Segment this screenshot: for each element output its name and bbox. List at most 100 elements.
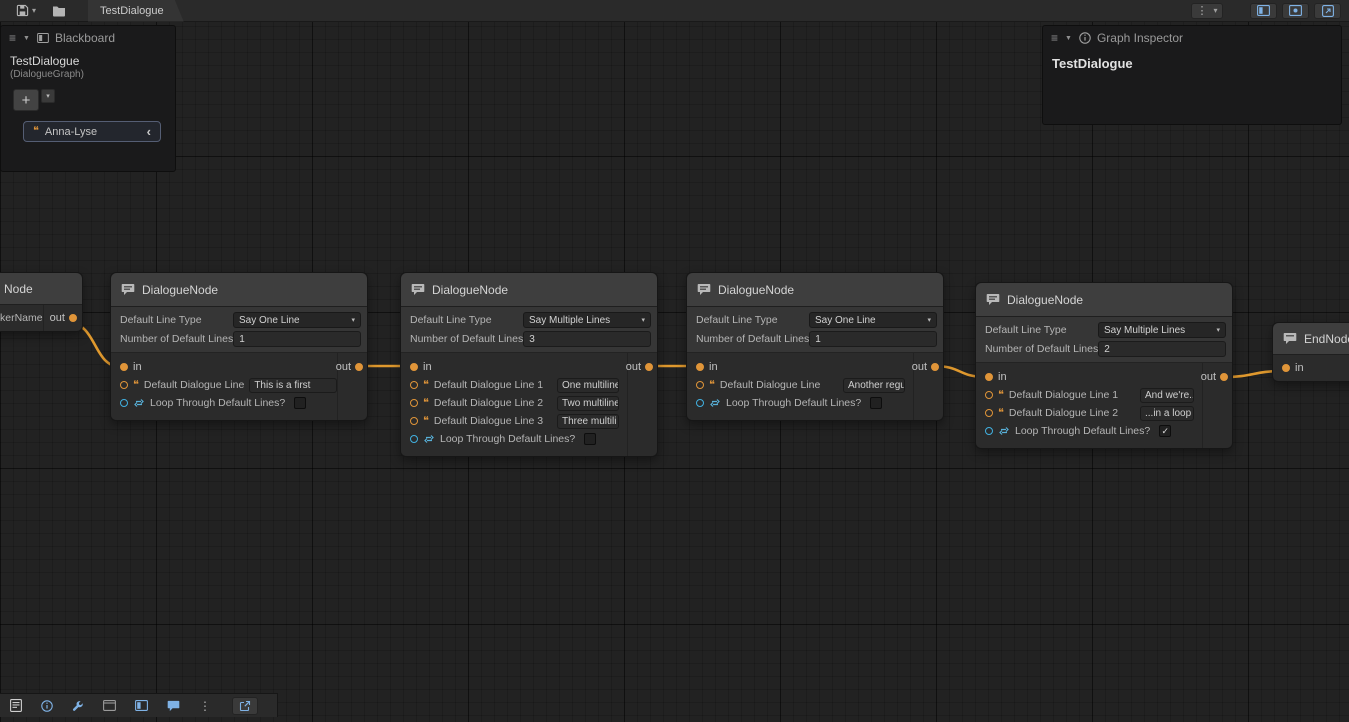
num-lines-input[interactable]: 1: [809, 331, 937, 347]
node-properties: Default Line Type Say Multiple Lines ▾ N…: [401, 307, 657, 353]
node-title[interactable]: EndNode: [1273, 323, 1349, 355]
node-body: in ❝ Default Dialogue Line 1 One multili…: [401, 353, 657, 456]
dialogue-line-port[interactable]: [410, 417, 418, 425]
kebab-icon[interactable]: ⋮: [199, 699, 211, 713]
dialogue-line-input[interactable]: This is a first: [249, 378, 337, 393]
collapse-arrow-icon[interactable]: ▼: [23, 35, 30, 42]
graph-inspector-header[interactable]: ≡ ▼ Graph Inspector: [1043, 26, 1341, 50]
dialogue-node-4[interactable]: DialogueNode Default Line Type Say Multi…: [975, 282, 1233, 449]
dialogue-line-input[interactable]: One multiline: [557, 378, 619, 393]
add-property-dropdown-button[interactable]: ▾: [41, 89, 55, 103]
hamburger-icon[interactable]: ≡: [1051, 31, 1058, 45]
blackboard-field-anna-lyse[interactable]: ❝ Anna-Lyse ‹: [23, 121, 161, 142]
kebab-icon: ⋮: [1196, 4, 1207, 17]
blackboard-icon: [37, 33, 49, 43]
loop-port[interactable]: [120, 399, 128, 407]
dialogue-line-input[interactable]: Three multili: [557, 414, 619, 429]
info-icon[interactable]: [41, 700, 53, 712]
quote-icon: ❝: [423, 398, 429, 409]
panel-icon[interactable]: [103, 700, 116, 711]
dialogue-node-2[interactable]: DialogueNode Default Line Type Say Multi…: [400, 272, 658, 457]
line-type-dropdown[interactable]: Say One Line ▾: [233, 312, 361, 328]
inspector-toggle-button[interactable]: [1282, 3, 1309, 19]
loop-checkbox[interactable]: ✓: [1159, 425, 1171, 437]
tab-testdialogue[interactable]: TestDialogue: [88, 0, 184, 22]
in-port[interactable]: [985, 373, 993, 381]
dialogue-line-port[interactable]: [410, 399, 418, 407]
in-port[interactable]: [410, 363, 418, 371]
collapse-arrow-icon[interactable]: ▼: [1065, 35, 1072, 42]
quote-icon: ❝: [33, 126, 39, 137]
num-lines-input[interactable]: 2: [1098, 341, 1226, 357]
dialogue-line-port[interactable]: [985, 409, 993, 417]
dialogue-line-port[interactable]: [985, 391, 993, 399]
out-port[interactable]: [645, 363, 653, 371]
num-lines-input[interactable]: 1: [233, 331, 361, 347]
in-port[interactable]: [1282, 364, 1290, 372]
preview-toggle-button[interactable]: [1314, 3, 1341, 19]
out-port[interactable]: [1220, 373, 1228, 381]
dialogue-line-input[interactable]: Another regu: [843, 378, 905, 393]
dialogue-line-port[interactable]: [120, 381, 128, 389]
output-port-row: kerName out: [0, 305, 82, 331]
out-label: out: [912, 361, 927, 373]
out-port[interactable]: [355, 363, 363, 371]
num-lines-input[interactable]: 3: [523, 331, 651, 347]
dropdown-value: Say One Line: [239, 315, 300, 326]
blackboard-header[interactable]: ≡ ▼ Blackboard: [1, 26, 175, 50]
blackboard-toggle-button[interactable]: [1250, 3, 1277, 19]
chevron-down-icon: ▾: [351, 316, 355, 324]
loop-label: Loop Through Default Lines?: [440, 433, 575, 445]
loop-port[interactable]: [696, 399, 704, 407]
save-icon[interactable]: [16, 4, 29, 17]
open-external-button[interactable]: [232, 697, 258, 715]
hamburger-icon[interactable]: ≡: [9, 31, 16, 45]
add-property-button[interactable]: +: [13, 89, 39, 111]
node-title[interactable]: Node: [0, 273, 82, 305]
wrench-icon[interactable]: [72, 700, 84, 712]
node-title[interactable]: DialogueNode: [111, 273, 367, 307]
loop-checkbox[interactable]: [870, 397, 882, 409]
out-port[interactable]: [931, 363, 939, 371]
chevron-left-icon[interactable]: ‹: [147, 125, 151, 138]
bottom-toolbar: ⋮: [0, 693, 278, 717]
folder-icon[interactable]: [52, 5, 66, 17]
in-port[interactable]: [120, 363, 128, 371]
blackboard-graph-type: (DialogueGraph): [1, 68, 175, 80]
input-port-row: in: [1273, 355, 1349, 381]
dialogue-line-port[interactable]: [410, 381, 418, 389]
dialogue-line-label: Default Dialogue Line 1: [1009, 389, 1118, 401]
out-port[interactable]: [69, 314, 77, 322]
dialogue-line-input[interactable]: ...in a loop: [1140, 406, 1194, 421]
in-port[interactable]: [696, 363, 704, 371]
blackboard-add-row: + ▾: [1, 80, 175, 111]
loop-checkbox[interactable]: [294, 397, 306, 409]
end-node[interactable]: EndNode in: [1272, 322, 1349, 382]
dialogue-line-port[interactable]: [696, 381, 704, 389]
dialogue-line-input[interactable]: And we're...: [1140, 388, 1194, 403]
loop-label: Loop Through Default Lines?: [726, 397, 861, 409]
dialogue-icon[interactable]: [167, 700, 180, 712]
dialogue-node-3[interactable]: DialogueNode Default Line Type Say One L…: [686, 272, 944, 421]
options-menu-button[interactable]: ⋮ ▾: [1191, 3, 1223, 19]
save-dropdown-icon[interactable]: ▾: [32, 6, 36, 15]
node-title[interactable]: DialogueNode: [976, 283, 1232, 317]
tab-label: TestDialogue: [100, 5, 164, 17]
port-name-label: kerName: [0, 312, 43, 324]
dialogue-line-input[interactable]: Two multiline: [557, 396, 619, 411]
dialogue-line-label: Default Dialogue Line: [720, 379, 820, 391]
loop-port[interactable]: [410, 435, 418, 443]
node-title[interactable]: DialogueNode: [401, 273, 657, 307]
loop-checkbox[interactable]: [584, 433, 596, 445]
line-type-dropdown[interactable]: Say One Line ▾: [809, 312, 937, 328]
console-icon[interactable]: [10, 699, 22, 712]
line-type-dropdown[interactable]: Say Multiple Lines ▾: [1098, 322, 1226, 338]
start-node-partial[interactable]: Node kerName out: [0, 272, 83, 332]
blackboard-icon[interactable]: [135, 700, 148, 711]
loop-port[interactable]: [985, 427, 993, 435]
preview-toggle-icon: [1322, 5, 1334, 17]
line-type-dropdown[interactable]: Say Multiple Lines ▾: [523, 312, 651, 328]
dialogue-node-1[interactable]: DialogueNode Default Line Type Say One L…: [110, 272, 368, 421]
blackboard-panel: ≡ ▼ Blackboard TestDialogue (DialogueGra…: [0, 25, 176, 172]
node-title[interactable]: DialogueNode: [687, 273, 943, 307]
